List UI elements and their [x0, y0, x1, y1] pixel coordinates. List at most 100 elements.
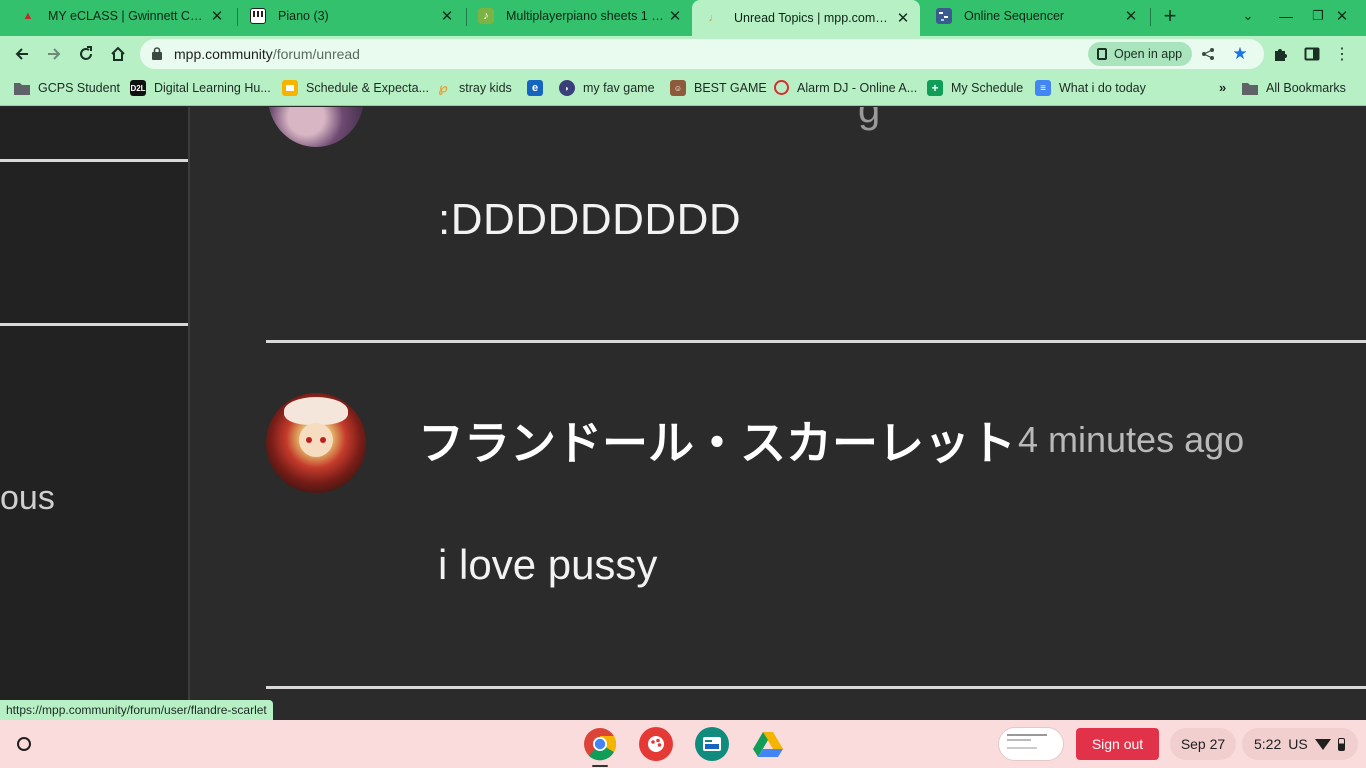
- tab-title: Unread Topics | mpp.commun: [734, 11, 894, 25]
- arrow-right-icon: [48, 48, 61, 60]
- piano-icon: [250, 8, 266, 24]
- tab-mpp-sheets[interactable]: ♪ Multiplayerpiano sheets 1 | by ✕: [464, 0, 692, 32]
- bookmark-schedule[interactable]: Schedule & Expecta...: [282, 80, 429, 96]
- tab-eclass[interactable]: ▲ MY eCLASS | Gwinnett County ✕: [6, 0, 234, 32]
- canvas-icon[interactable]: [639, 727, 673, 761]
- input-locale: US: [1288, 736, 1308, 752]
- url-path: /forum/unread: [272, 46, 360, 62]
- avatar[interactable]: [266, 393, 366, 493]
- avatar-icon: ☺: [670, 80, 686, 96]
- bookmark-best-game[interactable]: ☺ BEST GAME: [670, 80, 767, 96]
- tab-unread-topics[interactable]: ♩ Unread Topics | mpp.commun ✕: [692, 0, 920, 36]
- all-bookmarks-label: All Bookmarks: [1266, 81, 1346, 95]
- tab-title: Piano (3): [278, 9, 329, 23]
- bookmark-label: BEST GAME: [694, 81, 767, 95]
- alarm-icon: [774, 80, 789, 95]
- restore-button[interactable]: ❐: [1306, 4, 1330, 28]
- url-host: mpp.community: [174, 46, 273, 62]
- running-indicator: [592, 765, 608, 767]
- post-username[interactable]: フランドール・スカーレット: [418, 407, 1016, 473]
- bookmark-label: stray kids: [459, 81, 512, 95]
- side-panel-button[interactable]: [1299, 41, 1325, 67]
- bookmark-alarm-dj[interactable]: Alarm DJ - Online A...: [774, 80, 917, 95]
- bookmark-star-icon[interactable]: ★: [1230, 44, 1250, 64]
- address-bar[interactable]: mpp.community/forum/unread Open in app ★: [140, 39, 1264, 69]
- post-timestamp[interactable]: 4 minutes ago: [1018, 419, 1244, 461]
- tab-online-sequencer[interactable]: Online Sequencer ✕: [922, 0, 1148, 32]
- sheets-icon: ♪: [478, 8, 494, 24]
- close-icon[interactable]: ✕: [208, 7, 226, 25]
- home-button[interactable]: [105, 41, 131, 67]
- minimize-button[interactable]: —: [1274, 4, 1298, 28]
- eclass-icon: ▲: [22, 10, 34, 22]
- close-icon[interactable]: ✕: [894, 9, 912, 27]
- browser-toolbar: mpp.community/forum/unread Open in app ★…: [0, 36, 1366, 72]
- status-area[interactable]: 5:22 US: [1242, 728, 1358, 760]
- open-in-app-button[interactable]: Open in app: [1088, 42, 1193, 66]
- docs-icon: ≡: [1035, 80, 1051, 96]
- forum-page: ous g :DDDDDDDDD フランドール・スカーレット 4 minutes…: [0, 107, 1366, 720]
- drive-icon[interactable]: [751, 727, 785, 761]
- share-icon[interactable]: [1198, 44, 1218, 64]
- tab-piano[interactable]: Piano (3) ✕: [236, 0, 464, 32]
- more-bookmarks-chevron-icon[interactable]: »: [1219, 80, 1226, 95]
- close-icon[interactable]: ✕: [438, 7, 456, 25]
- avatar-eye: [306, 437, 312, 443]
- edge-icon: e: [527, 80, 543, 96]
- bookmark-edge[interactable]: e: [527, 80, 551, 96]
- classroom-icon[interactable]: [695, 727, 729, 761]
- bookmark-what-i-do-today[interactable]: ≡ What i do today: [1035, 80, 1146, 96]
- bookmark-stray-kids[interactable]: ℘ stray kids: [435, 80, 512, 96]
- all-bookmarks-button[interactable]: All Bookmarks: [1242, 80, 1346, 96]
- folder-icon: [14, 80, 30, 96]
- extensions-button[interactable]: [1267, 41, 1293, 67]
- folder-icon: [1242, 80, 1258, 96]
- post-divider: [266, 340, 1366, 343]
- status-url-bubble: https://mpp.community/forum/user/flandre…: [0, 700, 273, 720]
- avatar[interactable]: [268, 107, 364, 147]
- tab-search-chevron-icon[interactable]: ⌄: [1236, 4, 1260, 28]
- bookmarks-bar: GCPS Student D2L Digital Learning Hu... …: [0, 72, 1366, 106]
- bookmark-label: What i do today: [1059, 81, 1146, 95]
- forum-sidebar: ous: [0, 107, 190, 720]
- avatar-face: [299, 423, 333, 457]
- launcher-button[interactable]: [12, 732, 36, 756]
- sidebar-divider: [0, 323, 188, 326]
- bookmark-label: GCPS Student: [38, 81, 120, 95]
- url-text: mpp.community/forum/unread: [174, 46, 360, 62]
- close-icon[interactable]: ✕: [1122, 7, 1140, 25]
- sequencer-icon: [936, 8, 952, 24]
- menu-kebab-icon[interactable]: ⋮: [1329, 41, 1355, 67]
- bookmark-gcps-student[interactable]: GCPS Student: [14, 80, 120, 96]
- new-tab-button[interactable]: +: [1158, 3, 1182, 28]
- close-window-button[interactable]: ✕: [1330, 4, 1354, 28]
- post-body: i love pussy: [438, 541, 658, 588]
- pinterest-icon: ℘: [438, 80, 448, 95]
- os-shelf: Sign out Sep 27 5:22 US: [0, 720, 1366, 768]
- arrow-left-icon: [15, 48, 28, 60]
- battery-icon: [1337, 737, 1345, 751]
- bookmark-label: my fav game: [583, 81, 655, 95]
- tab-title: Multiplayerpiano sheets 1 | by: [506, 9, 666, 23]
- launcher-circle-icon: [17, 737, 31, 751]
- bookmark-my-fav-game[interactable]: ◗ my fav game: [559, 80, 655, 96]
- sidebar-divider: [0, 159, 188, 162]
- forward-button[interactable]: [41, 41, 67, 67]
- back-button[interactable]: [9, 41, 35, 67]
- top-post-partial-text: g: [858, 107, 881, 131]
- sign-out-button[interactable]: Sign out: [1076, 728, 1159, 760]
- bookmark-my-schedule[interactable]: + My Schedule: [927, 80, 1023, 96]
- date-pill[interactable]: Sep 27: [1170, 728, 1236, 760]
- reload-button[interactable]: [73, 41, 99, 67]
- bookmark-label: My Schedule: [951, 81, 1024, 95]
- tote-thumbnail[interactable]: [998, 727, 1064, 761]
- bookmark-digital-learning[interactable]: D2L Digital Learning Hu...: [130, 80, 271, 96]
- chrome-icon[interactable]: [583, 727, 617, 761]
- close-icon[interactable]: ✕: [666, 7, 684, 25]
- tab-strip: ▲ MY eCLASS | Gwinnett County ✕ Piano (3…: [0, 0, 1366, 36]
- mpp-icon: ♩: [708, 12, 720, 24]
- puzzle-icon: [1275, 49, 1287, 61]
- post-divider: [266, 686, 1366, 689]
- bookmark-label: Schedule & Expecta...: [306, 81, 429, 95]
- avatar-hat: [284, 397, 348, 425]
